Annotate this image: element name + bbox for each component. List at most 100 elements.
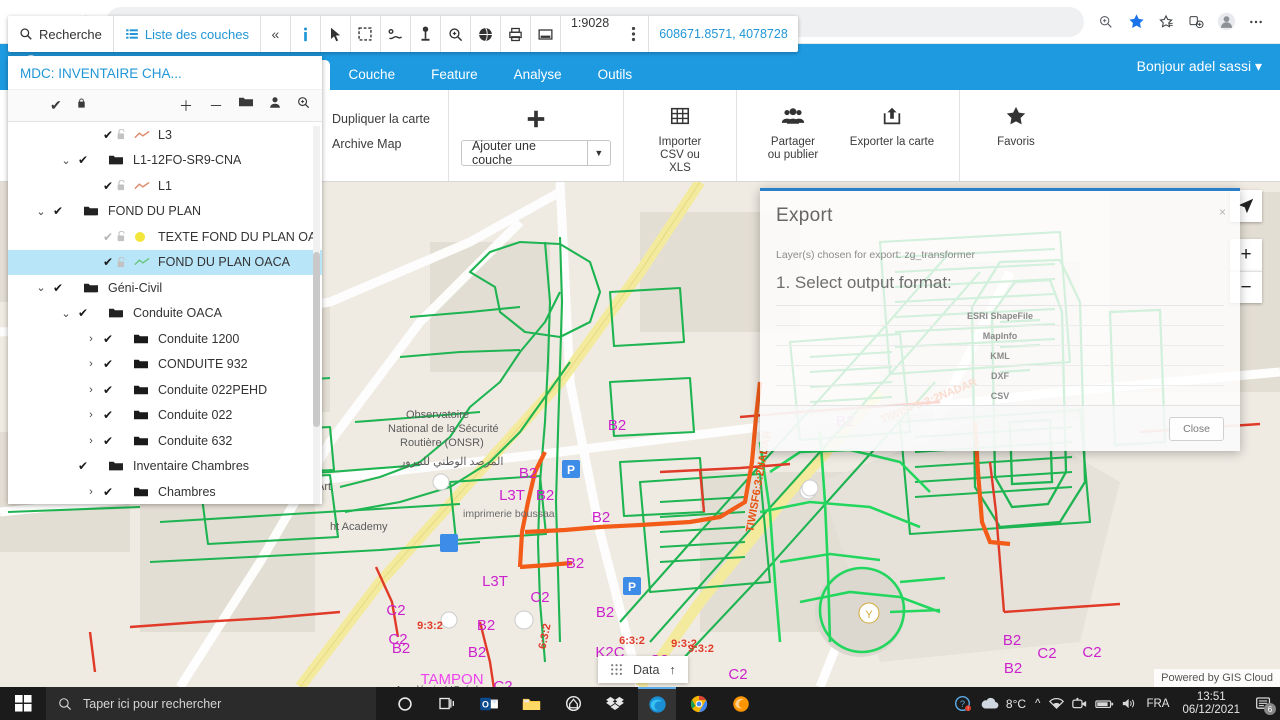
layer-visibility-checkbox[interactable]: ✔ [49, 204, 67, 218]
data-panel-button[interactable]: Data ↑ [598, 656, 688, 683]
favorites-button[interactable]: Favoris [972, 98, 1060, 149]
layer-row[interactable]: ›✔Conduite 1200 [8, 326, 322, 352]
remove-layer-icon[interactable]: － [209, 96, 223, 116]
folder-icon[interactable] [239, 96, 253, 116]
close-icon[interactable]: × [1219, 205, 1226, 219]
nav-tab-couche[interactable]: Couche [332, 60, 413, 90]
output-format-list[interactable]: ESRI ShapeFileMapInfoKMLDXFCSV [776, 305, 1224, 406]
measure-icon[interactable] [381, 16, 411, 52]
cursor-icon[interactable] [321, 16, 351, 52]
layer-row[interactable]: ✔TEXTE FOND DU PLAN OACA [8, 224, 322, 250]
layer-visibility-checkbox[interactable]: ✔ [99, 485, 117, 499]
collapse-arrow-icon[interactable]: › [83, 333, 99, 345]
camera-icon[interactable] [1072, 697, 1087, 710]
share-button[interactable]: Partagerou publier [749, 98, 837, 162]
unlock-icon[interactable] [117, 231, 134, 242]
check-all-icon[interactable]: ✔ [50, 97, 62, 114]
layer-visibility-checkbox[interactable]: ✔ [74, 459, 92, 473]
layer-row[interactable]: ✔Inventaire Chambres [8, 454, 322, 480]
firefox-icon[interactable] [722, 687, 760, 720]
unlock-icon[interactable] [117, 180, 134, 191]
add-layer-icon[interactable]: ＋ [179, 96, 193, 116]
layer-row[interactable]: ✔FOND DU PLAN OACA [8, 250, 322, 276]
collapse-arrow-icon[interactable]: › [83, 384, 99, 396]
task-view-icon[interactable] [428, 687, 466, 720]
kebab-menu-icon[interactable] [619, 16, 649, 52]
weather-widget[interactable]: 8°C [980, 697, 1026, 711]
layer-row[interactable]: ⌄✔Conduite OACA [8, 301, 322, 327]
layer-visibility-checkbox[interactable]: ✔ [99, 332, 117, 346]
legend-icon[interactable] [531, 16, 561, 52]
layer-visibility-checkbox[interactable]: ✔ [99, 179, 117, 193]
zoom-icon[interactable] [1092, 8, 1120, 36]
expand-arrow-icon[interactable]: ⌄ [58, 307, 74, 320]
unlock-icon[interactable] [117, 129, 134, 140]
layer-visibility-checkbox[interactable]: ✔ [74, 306, 92, 320]
layer-panel-title[interactable]: MDC: INVENTAIRE CHA... [8, 56, 322, 90]
layer-row[interactable]: ›✔Conduite 022 [8, 403, 322, 429]
layer-row[interactable]: ⌄✔L1-12FO-SR9-CNA [8, 148, 322, 174]
layer-list-button[interactable]: Liste des couches [114, 16, 261, 52]
format-option[interactable]: ESRI ShapeFile [776, 306, 1224, 326]
user-icon[interactable] [269, 96, 281, 116]
zoom-icon[interactable] [297, 96, 310, 116]
marker-icon[interactable] [411, 16, 441, 52]
close-button[interactable]: Close [1169, 417, 1224, 441]
layer-tree[interactable]: ✔L3⌄✔L1-12FO-SR9-CNA✔L1⌄✔FOND DU PLAN✔TE… [8, 122, 322, 504]
layer-visibility-checkbox[interactable]: ✔ [74, 153, 92, 167]
collapse-arrow-icon[interactable]: › [83, 486, 99, 498]
file-explorer-icon[interactable] [512, 687, 550, 720]
nav-tab-feature[interactable]: Feature [414, 60, 495, 90]
layer-row[interactable]: ⌄✔FOND DU PLAN [8, 199, 322, 225]
language-indicator[interactable]: FRA [1146, 698, 1169, 710]
expand-arrow-icon[interactable]: ⌄ [33, 281, 49, 294]
layer-visibility-checkbox[interactable]: ✔ [99, 357, 117, 371]
home-app-icon[interactable] [554, 687, 592, 720]
collections-icon[interactable] [1152, 8, 1180, 36]
user-greeting-menu[interactable]: Bonjour adel sassi ▾ [1137, 58, 1262, 75]
taskbar-clock[interactable]: 13:51 06/12/2021 [1178, 691, 1244, 717]
layer-row[interactable]: ✔L1 [8, 173, 322, 199]
search-button[interactable]: Recherche [8, 16, 114, 52]
globe-icon[interactable] [471, 16, 501, 52]
tray-chevron-icon[interactable]: ^ [1035, 698, 1040, 710]
collapse-arrow-icon[interactable]: › [83, 435, 99, 447]
format-option[interactable]: CSV [776, 386, 1224, 406]
unlock-icon[interactable] [117, 257, 134, 268]
chrome-icon[interactable] [680, 687, 718, 720]
star-icon[interactable] [1122, 8, 1150, 36]
split-screen-icon[interactable] [1182, 8, 1210, 36]
collapse-panel-button[interactable]: « [261, 16, 291, 52]
layer-visibility-checkbox[interactable]: ✔ [99, 255, 117, 269]
format-option[interactable]: DXF [776, 366, 1224, 386]
layer-visibility-checkbox[interactable]: ✔ [49, 281, 67, 295]
edge-icon[interactable] [638, 687, 676, 720]
expand-arrow-icon[interactable]: ⌄ [33, 205, 49, 218]
more-options-icon[interactable] [1242, 8, 1270, 36]
zoom-in-icon[interactable] [441, 16, 471, 52]
nav-tab-outils[interactable]: Outils [581, 60, 650, 90]
start-button[interactable] [0, 695, 46, 712]
lock-icon[interactable] [76, 97, 87, 114]
cortana-icon[interactable] [386, 687, 424, 720]
expand-arrow-icon[interactable]: ⌄ [58, 154, 74, 167]
profile-icon[interactable] [1212, 8, 1240, 36]
format-option[interactable]: MapInfo [776, 326, 1224, 346]
nav-tab-analyse[interactable]: Analyse [497, 60, 579, 90]
layer-row[interactable]: ›✔Chambres [8, 479, 322, 504]
layer-row[interactable]: ›✔CONDUITE 932 [8, 352, 322, 378]
volume-icon[interactable] [1122, 697, 1137, 710]
collapse-arrow-icon[interactable]: › [83, 409, 99, 421]
layer-row[interactable]: ›✔Conduite 632 [8, 428, 322, 454]
layer-row[interactable]: ✔L3 [8, 122, 322, 148]
dropbox-icon[interactable] [596, 687, 634, 720]
import-csv-button[interactable]: ImporterCSV ouXLS [636, 98, 724, 175]
layer-row[interactable]: ›✔Conduite 022PEHD [8, 377, 322, 403]
layer-visibility-checkbox[interactable]: ✔ [99, 230, 117, 244]
notification-icon[interactable]: 6 [1255, 696, 1272, 711]
layer-visibility-checkbox[interactable]: ✔ [99, 434, 117, 448]
info-icon[interactable] [291, 16, 321, 52]
chevron-down-icon[interactable]: ▼ [587, 141, 610, 165]
battery-icon[interactable] [1095, 698, 1114, 710]
layer-row[interactable]: ⌄✔Géni-Civil [8, 275, 322, 301]
